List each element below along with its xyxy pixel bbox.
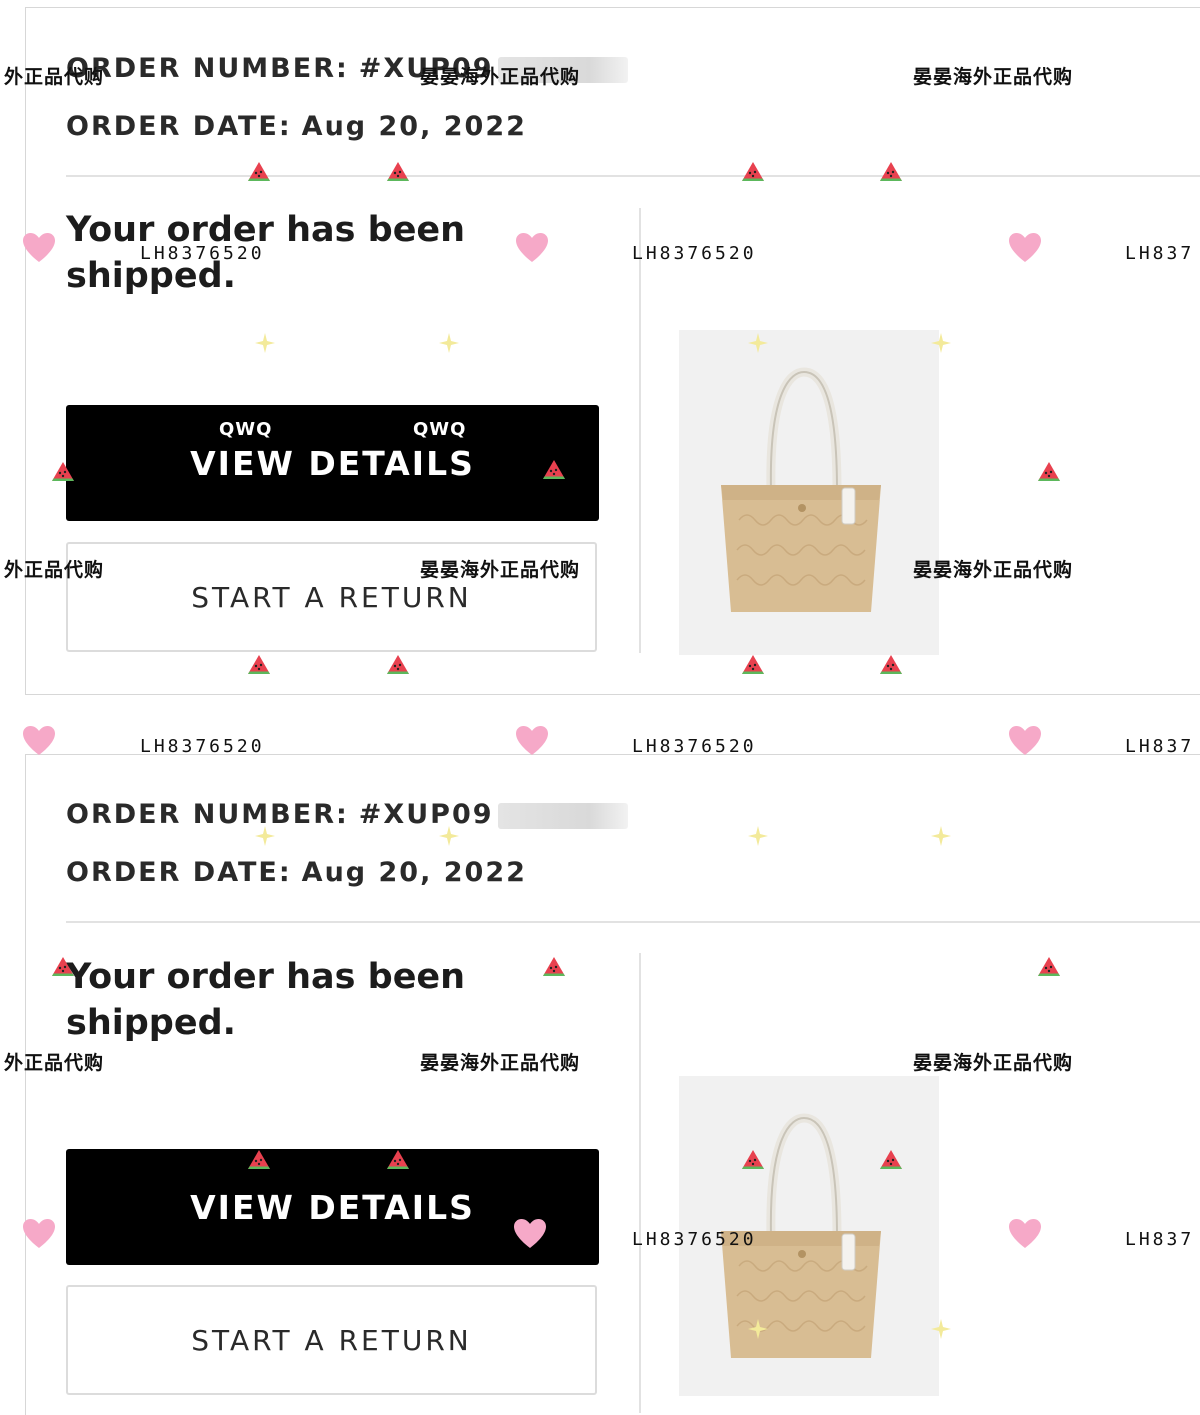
watermelon-icon bbox=[878, 1148, 904, 1176]
code-watermark: LH837 bbox=[1125, 736, 1195, 757]
code-watermark: LH837 bbox=[1125, 243, 1195, 264]
heart-icon bbox=[22, 232, 56, 268]
order-number-value: #XUP09 bbox=[358, 799, 494, 830]
product-image[interactable] bbox=[679, 330, 939, 655]
view-details-button[interactable]: VIEW DETAILS bbox=[66, 405, 599, 521]
shipping-status: Your order has been shipped. bbox=[66, 957, 466, 1043]
watermelon-icon bbox=[246, 160, 272, 188]
sparkle-icon bbox=[930, 332, 952, 358]
start-return-button[interactable]: START A RETURN bbox=[66, 1285, 597, 1395]
watermelon-icon bbox=[385, 160, 411, 188]
tote-bag-image bbox=[721, 367, 881, 612]
shipping-status: Your order has been shipped. bbox=[66, 210, 466, 296]
order-number: ORDER NUMBER: #XUP09 bbox=[66, 799, 628, 830]
shop-watermark: 外正品代购 bbox=[4, 559, 105, 581]
shop-watermark: 晏晏海外正品代购 bbox=[913, 1052, 1074, 1074]
sparkle-icon bbox=[747, 825, 769, 851]
shop-watermark: 外正品代购 bbox=[4, 66, 105, 88]
watermelon-icon bbox=[740, 160, 766, 188]
watermelon-icon bbox=[740, 1148, 766, 1176]
heart-icon bbox=[1008, 725, 1042, 761]
code-watermark: LH8376520 bbox=[632, 736, 757, 757]
heart-icon bbox=[515, 232, 549, 268]
divider bbox=[66, 175, 1200, 177]
code-watermark: LH8376520 bbox=[140, 243, 265, 264]
watermelon-icon bbox=[50, 460, 76, 488]
shop-watermark: 外正品代购 bbox=[4, 1052, 105, 1074]
divider bbox=[66, 921, 1200, 923]
sparkle-icon bbox=[747, 1318, 769, 1344]
order-number-label: ORDER NUMBER: bbox=[66, 799, 349, 830]
code-watermark: LH837 bbox=[1125, 1229, 1195, 1250]
watermelon-icon bbox=[1036, 460, 1062, 488]
sparkle-icon bbox=[438, 332, 460, 358]
watermelon-icon bbox=[541, 458, 567, 486]
order-card-2: ORDER NUMBER: #XUP09 ORDER DATE: Aug 20, 2… bbox=[25, 754, 1200, 1415]
watermelon-icon bbox=[246, 1148, 272, 1176]
watermelon-icon bbox=[878, 160, 904, 188]
order-number-label: ORDER NUMBER: bbox=[66, 53, 349, 84]
code-watermark: LH8376520 bbox=[140, 736, 265, 757]
vertical-divider bbox=[639, 953, 641, 1413]
heart-icon bbox=[22, 725, 56, 761]
shop-watermark: 晏晏海外正品代购 bbox=[913, 559, 1074, 581]
heart-icon bbox=[515, 725, 549, 761]
watermelon-icon bbox=[385, 1148, 411, 1176]
code-watermark: LH8376520 bbox=[632, 243, 757, 264]
heart-icon bbox=[1008, 1218, 1042, 1254]
heart-icon bbox=[22, 1218, 56, 1254]
sparkle-icon bbox=[254, 825, 276, 851]
watermelon-icon bbox=[740, 653, 766, 681]
shop-watermark: 晏晏海外正品代购 bbox=[420, 559, 581, 581]
order-date-label: ORDER DATE: bbox=[66, 857, 292, 888]
order-date-value: Aug 20, 2022 bbox=[301, 111, 527, 142]
watermelon-icon bbox=[541, 955, 567, 983]
order-date: ORDER DATE: Aug 20, 2022 bbox=[66, 857, 527, 888]
code-watermark: LH8376520 bbox=[632, 1229, 757, 1250]
shop-watermark: 晏晏海外正品代购 bbox=[420, 66, 581, 88]
redacted-order-suffix bbox=[497, 802, 628, 829]
sparkle-icon bbox=[438, 825, 460, 851]
qwq-watermark: QWQ bbox=[219, 419, 273, 440]
heart-icon bbox=[513, 1218, 547, 1254]
watermelon-icon bbox=[246, 653, 272, 681]
sparkle-icon bbox=[747, 332, 769, 358]
heart-icon bbox=[1008, 232, 1042, 268]
sparkle-icon bbox=[930, 825, 952, 851]
order-card-1: ORDER NUMBER: #XUP09 ORDER DATE: Aug 20, 2… bbox=[25, 7, 1200, 695]
order-date-label: ORDER DATE: bbox=[66, 111, 292, 142]
watermelon-icon bbox=[1036, 955, 1062, 983]
shop-watermark: 晏晏海外正品代购 bbox=[420, 1052, 581, 1074]
watermelon-icon bbox=[385, 653, 411, 681]
vertical-divider bbox=[639, 208, 641, 653]
watermelon-icon bbox=[878, 653, 904, 681]
qwq-watermark: QWQ bbox=[413, 419, 467, 440]
order-date-value: Aug 20, 2022 bbox=[301, 857, 527, 888]
order-date: ORDER DATE: Aug 20, 2022 bbox=[66, 111, 527, 142]
sparkle-icon bbox=[930, 1318, 952, 1344]
watermelon-icon bbox=[50, 955, 76, 983]
sparkle-icon bbox=[254, 332, 276, 358]
shop-watermark: 晏晏海外正品代购 bbox=[913, 66, 1074, 88]
